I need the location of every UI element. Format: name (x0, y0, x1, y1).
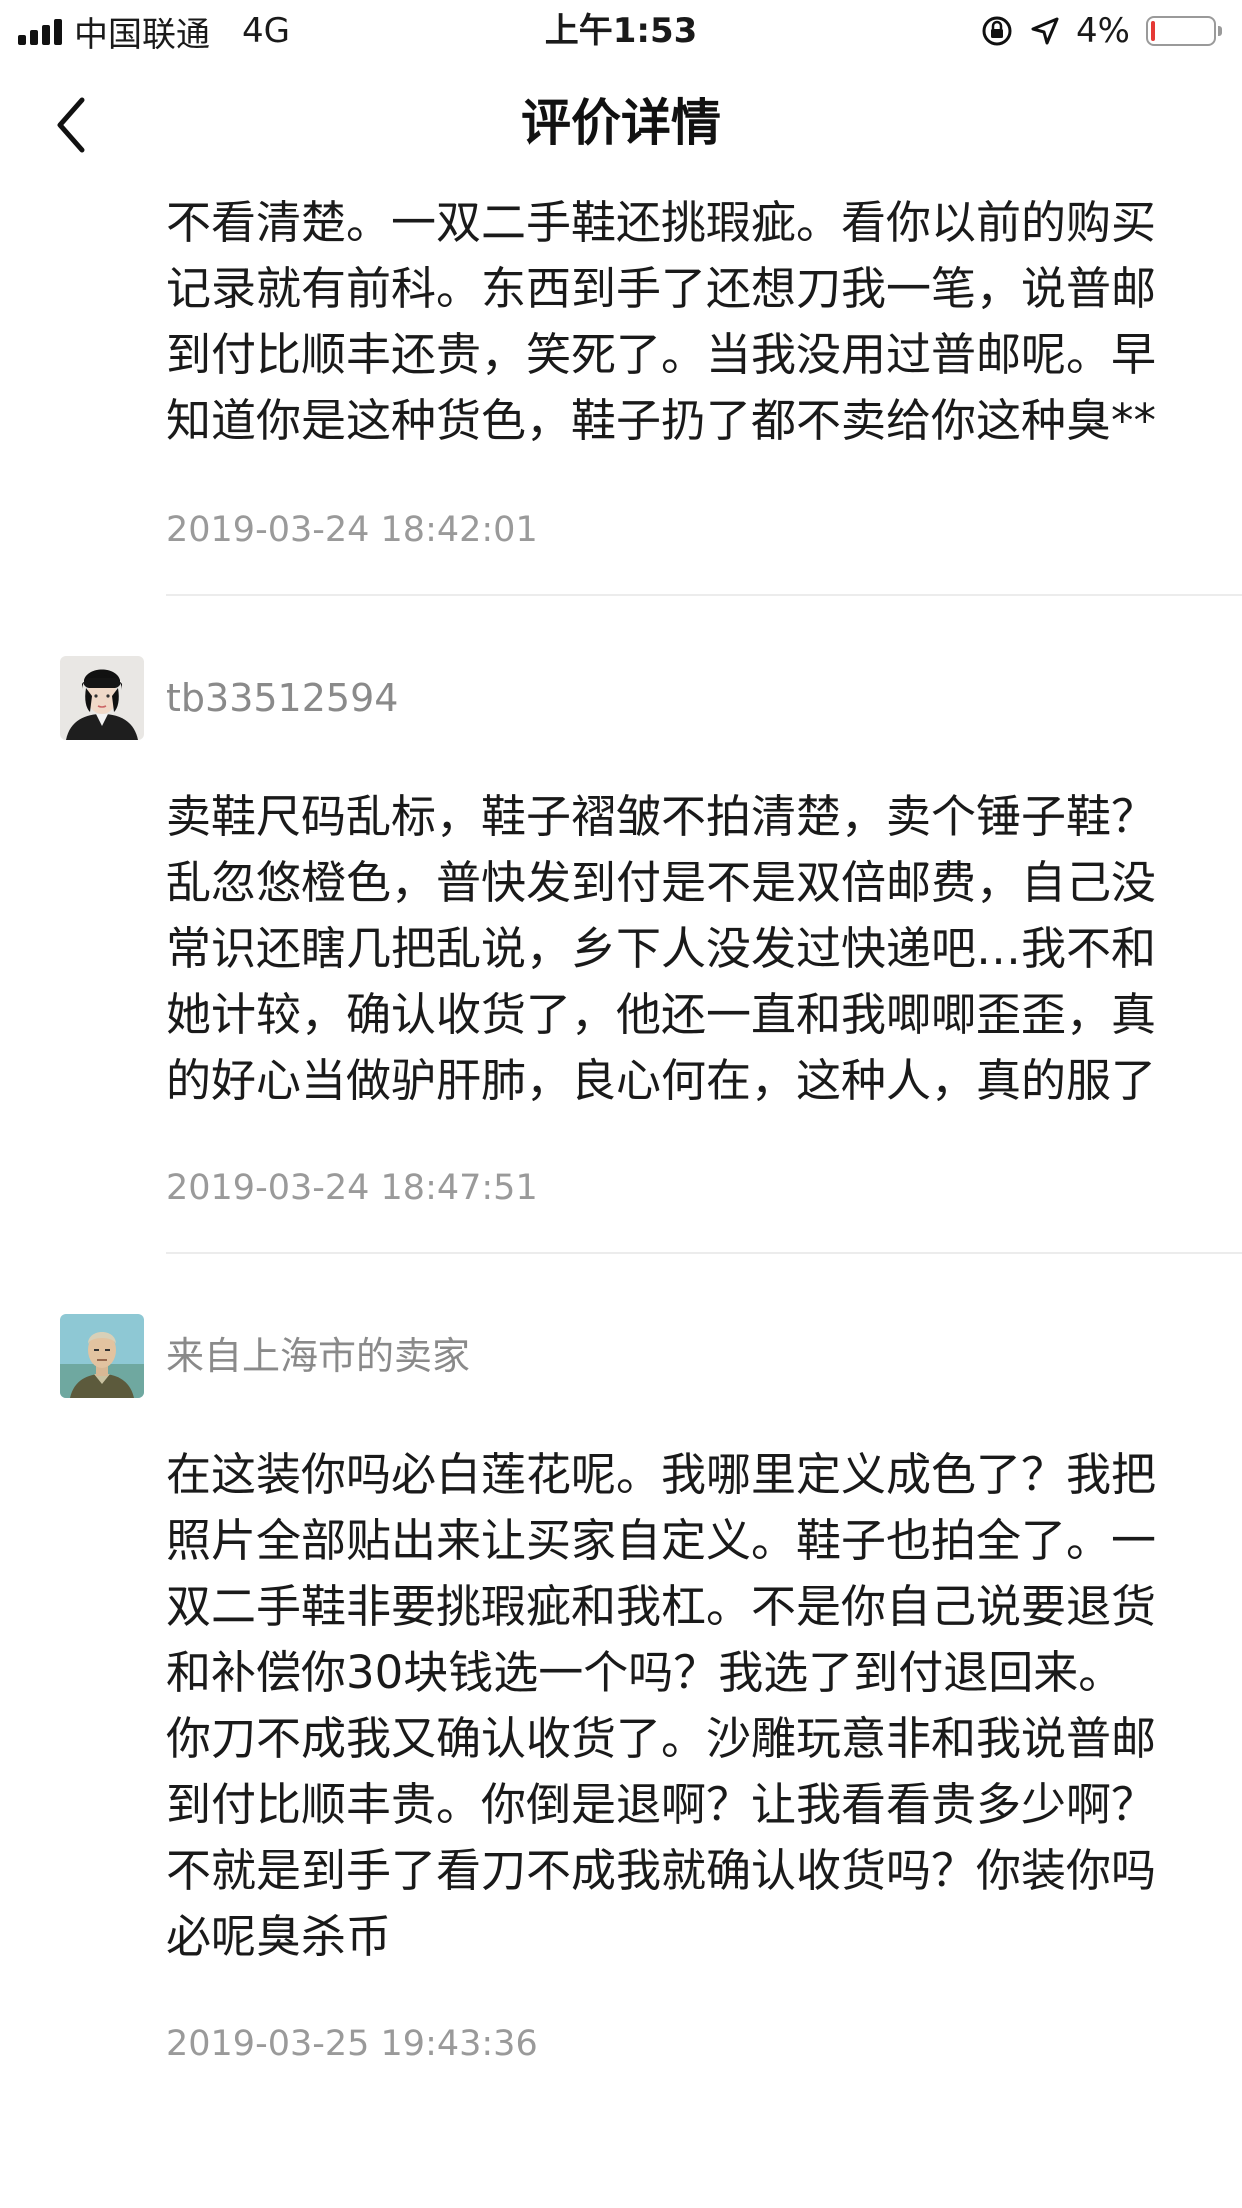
divider (166, 1252, 1242, 1254)
comment-item: tb33512594 卖鞋尺码乱标，鞋子褶皱不拍清楚，卖个锤子鞋？乱忽悠橙色，普… (0, 656, 1242, 1254)
nav-bar: 评价详情 (0, 62, 1242, 184)
comment-text: 在这装你吗必白莲花呢。我哪里定义成色了？我把照片全部贴出来让买家自定义。鞋子也拍… (166, 1448, 1157, 1963)
battery-percent: 4% (1076, 11, 1130, 51)
user-avatar-image (60, 1314, 144, 1398)
comment-item: 来自上海市的卖家 在这装你吗必白莲花呢。我哪里定义成色了？我把照片全部贴出来让买… (0, 1314, 1242, 2066)
comment-item: 不看清楚。一双二手鞋还挑瑕疵。看你以前的购买记录就有前科。东西到手了还想刀我一笔… (0, 190, 1242, 596)
comment-author[interactable]: tb33512594 (166, 656, 398, 740)
comment-author[interactable]: 来自上海市的卖家 (166, 1314, 470, 1398)
comment-header: tb33512594 (0, 656, 1242, 740)
page-title: 评价详情 (521, 94, 721, 152)
orientation-lock-icon (982, 16, 1012, 46)
battery-icon (1146, 16, 1222, 46)
comment-timestamp: 2019-03-24 18:47:51 (166, 1168, 538, 1208)
avatar[interactable] (60, 656, 144, 740)
avatar[interactable] (60, 1314, 144, 1398)
status-right: 4% (980, 8, 1222, 54)
status-bar: 中国联通 4G 上午1:53 4% (0, 0, 1242, 62)
divider (166, 594, 1242, 596)
battery-level (1151, 21, 1155, 41)
user-avatar-image (60, 656, 144, 740)
comment-text: 卖鞋尺码乱标，鞋子褶皱不拍清楚，卖个锤子鞋？乱忽悠橙色，普快发到付是不是双倍邮费… (166, 790, 1157, 1107)
comment-timestamp: 2019-03-24 18:42:01 (166, 510, 538, 550)
comment-text: 不看清楚。一双二手鞋还挑瑕疵。看你以前的购买记录就有前科。东西到手了还想刀我一笔… (166, 196, 1157, 447)
comment-header: 来自上海市的卖家 (0, 1314, 1242, 1398)
comment-list: 不看清楚。一双二手鞋还挑瑕疵。看你以前的购买记录就有前科。东西到手了还想刀我一笔… (0, 184, 1242, 2066)
location-arrow-icon (1031, 17, 1059, 45)
comment-timestamp: 2019-03-25 19:43:36 (166, 2024, 538, 2064)
